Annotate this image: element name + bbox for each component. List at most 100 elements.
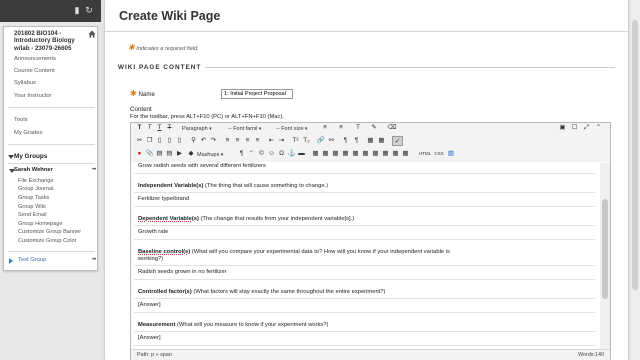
name-input[interactable] bbox=[221, 89, 293, 99]
table-col-icon[interactable]: ▦ bbox=[341, 149, 350, 159]
ltr-icon[interactable]: ¶ bbox=[341, 136, 350, 146]
group-link-journal[interactable]: Group Journal bbox=[18, 186, 53, 192]
search-icon[interactable]: ⚲ bbox=[189, 136, 198, 146]
insert-video-icon[interactable]: ▶ bbox=[175, 149, 184, 159]
font-size-select[interactable]: -- Font size bbox=[276, 125, 307, 134]
paste-text-icon[interactable]: ▯ bbox=[165, 136, 174, 146]
table-extra-icon[interactable]: ▦ bbox=[391, 149, 400, 159]
table-merge-icon[interactable]: ▦ bbox=[351, 149, 360, 159]
insert-image-icon[interactable]: ▤ bbox=[155, 149, 164, 159]
divider bbox=[134, 331, 595, 332]
group-options-icon[interactable]: ••• bbox=[92, 257, 96, 263]
quote-icon[interactable]: “ bbox=[247, 149, 256, 159]
cut-icon[interactable]: ✂ bbox=[135, 136, 144, 146]
group-user-name[interactable]: Sarah Wehner bbox=[14, 167, 53, 173]
undo-icon[interactable]: ↶ bbox=[199, 136, 208, 146]
paragraph-mark-icon[interactable]: ¶ bbox=[237, 149, 246, 159]
outdent-icon[interactable]: ⇤ bbox=[267, 136, 276, 146]
group-link-tasks[interactable]: Group Tasks bbox=[18, 195, 49, 201]
group-link-wiki[interactable]: Group Wiki bbox=[18, 204, 46, 210]
clear-format-icon[interactable]: ⌫ bbox=[387, 123, 397, 133]
row-options-icon[interactable]: ▦ bbox=[377, 136, 386, 146]
table-split-icon[interactable]: ▦ bbox=[361, 149, 370, 159]
refresh-icon[interactable]: ↻ bbox=[84, 5, 94, 15]
record-icon[interactable]: ● bbox=[135, 149, 144, 159]
course-title[interactable]: 201802 BIO104 - Introductory Biology w/l… bbox=[14, 30, 89, 52]
italic-button[interactable]: T bbox=[145, 123, 154, 133]
table-row-icon[interactable]: ▦ bbox=[331, 149, 340, 159]
hr-icon[interactable]: ▬ bbox=[297, 149, 306, 159]
paste-icon[interactable]: ▯ bbox=[155, 136, 164, 146]
group-link-file-exchange[interactable]: File Exchange bbox=[18, 178, 53, 184]
group-link-homepage[interactable]: Group Homepage bbox=[18, 221, 62, 227]
editor-scrollbar[interactable] bbox=[600, 163, 610, 349]
preview-icon[interactable]: ▣ bbox=[558, 123, 567, 133]
nav-link-syllabus[interactable]: Syllabus bbox=[14, 80, 36, 86]
fullscreen-icon[interactable]: ⤢ bbox=[582, 123, 591, 133]
align-right-icon[interactable]: ≡ bbox=[243, 136, 252, 146]
emoticon-icon[interactable]: ☺ bbox=[267, 149, 276, 159]
group-link-customize-color[interactable]: Customize Group Color bbox=[18, 238, 76, 244]
table-more-icon[interactable]: ▦ bbox=[401, 149, 410, 159]
nav-link-course-content[interactable]: Course Content bbox=[14, 68, 55, 74]
page-scrollbar[interactable] bbox=[630, 0, 640, 360]
nav-link-tools[interactable]: Tools bbox=[14, 117, 28, 123]
subscript-icon[interactable]: T₂ bbox=[302, 136, 311, 146]
my-groups-heading[interactable]: My Groups bbox=[14, 153, 47, 160]
group-link-send-email[interactable]: Send Email bbox=[18, 212, 47, 218]
test-group-link[interactable]: Test Group bbox=[18, 257, 46, 263]
mashups-select[interactable]: Mashups bbox=[197, 151, 223, 160]
unlink-icon[interactable]: ⚯ bbox=[327, 136, 336, 146]
element-path[interactable]: Path: p » span bbox=[137, 352, 172, 358]
copy-icon[interactable]: ❐ bbox=[145, 136, 154, 146]
mashups-icon[interactable]: ◆ bbox=[187, 149, 195, 159]
table-delete-icon[interactable]: ▦ bbox=[371, 149, 380, 159]
anchor-icon[interactable]: ⚓ bbox=[287, 149, 296, 159]
editor-toolbar-row: T T T T Paragraph -- Font famil -- Font … bbox=[131, 123, 610, 136]
nav-link-my-grades[interactable]: My Grades bbox=[14, 130, 42, 136]
table-insert-icon[interactable]: ▦ bbox=[311, 149, 320, 159]
paste-word-icon[interactable]: ▯ bbox=[175, 136, 184, 146]
table-cell-icon[interactable]: ▦ bbox=[381, 149, 390, 159]
bold-button[interactable]: T bbox=[135, 123, 144, 133]
table-props-icon[interactable]: ▦ bbox=[321, 149, 330, 159]
spellcheck-icon[interactable]: ☐ bbox=[570, 123, 579, 133]
nav-link-your-instructor[interactable]: Your Instructor bbox=[14, 93, 51, 99]
paragraph-format-select[interactable]: Paragraph bbox=[182, 125, 212, 134]
align-center-icon[interactable]: ≡ bbox=[233, 136, 242, 146]
align-justify-icon[interactable]: ≡ bbox=[253, 136, 262, 146]
text-color-icon[interactable]: T bbox=[353, 123, 363, 133]
html-code-button[interactable]: HTML bbox=[418, 149, 432, 159]
align-left-icon[interactable]: ≡ bbox=[223, 136, 232, 146]
link-icon[interactable]: 🔗 bbox=[316, 136, 325, 146]
highlight-icon[interactable]: ✎ bbox=[369, 123, 379, 133]
css-button[interactable]: CSS bbox=[433, 149, 445, 159]
group-link-customize-banner[interactable]: Customize Group Banner bbox=[18, 229, 81, 235]
home-icon[interactable] bbox=[88, 30, 96, 38]
page-scroll-thumb[interactable] bbox=[632, 20, 638, 290]
attach-file-icon[interactable]: 📎 bbox=[145, 149, 154, 159]
insert-table-icon[interactable]: ▦ bbox=[366, 136, 375, 146]
collapse-toolbar-icon[interactable]: ⌃ bbox=[594, 123, 603, 133]
rich-text-editor: T T T T Paragraph -- Font famil -- Font … bbox=[130, 122, 611, 360]
superscript-icon[interactable]: T² bbox=[291, 136, 300, 146]
font-family-select[interactable]: -- Font famil bbox=[228, 125, 261, 134]
editor-content-area[interactable]: Grow radish seeds with several different… bbox=[131, 163, 599, 349]
nav-link-announcements[interactable]: Announcements bbox=[14, 56, 56, 62]
rtl-icon[interactable]: ¶ bbox=[352, 136, 361, 146]
underline-button[interactable]: T bbox=[155, 123, 164, 133]
bullet-list-icon[interactable]: ≡ bbox=[320, 123, 330, 133]
insert-media-icon[interactable]: ▤ bbox=[165, 149, 174, 159]
group-options-icon[interactable]: ••• bbox=[92, 167, 96, 173]
copyright-icon[interactable]: © bbox=[257, 149, 266, 159]
spellcheck-toggle-icon[interactable]: ✓ bbox=[392, 136, 403, 146]
strikethrough-button[interactable]: T bbox=[165, 123, 174, 133]
numbered-list-icon[interactable]: ≡ bbox=[336, 123, 346, 133]
expand-icon[interactable] bbox=[9, 258, 13, 264]
accessibility-check-icon[interactable]: ▧ bbox=[446, 149, 456, 159]
editor-scroll-thumb[interactable] bbox=[602, 199, 608, 299]
special-char-icon[interactable]: Ω bbox=[277, 149, 286, 159]
folder-icon[interactable]: ▮ bbox=[72, 5, 82, 15]
redo-icon[interactable]: ↷ bbox=[209, 136, 218, 146]
indent-icon[interactable]: ⇥ bbox=[277, 136, 286, 146]
